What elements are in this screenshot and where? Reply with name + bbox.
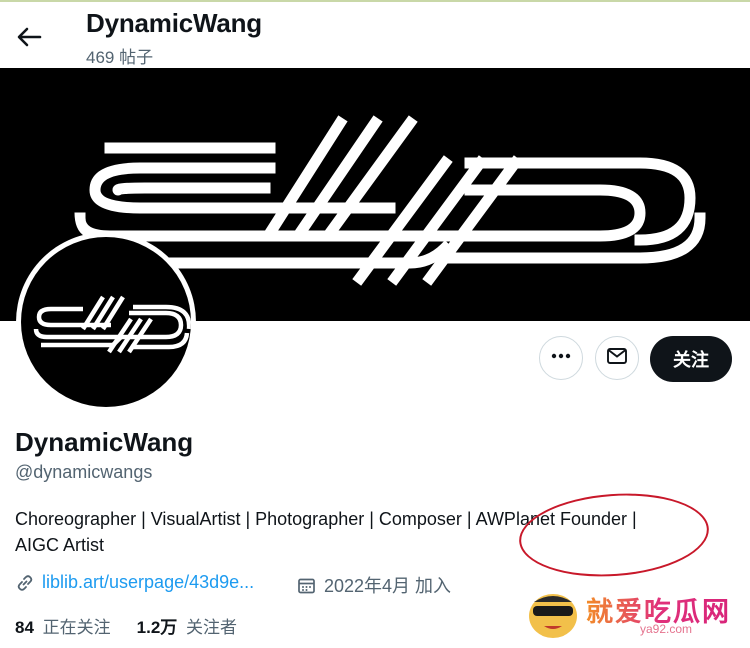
profile-handle: @dynamicwangs [15,462,153,482]
avatar[interactable] [21,237,191,407]
more-icon [550,345,572,372]
following-count: 84 [15,618,34,637]
calendar-icon [297,576,316,595]
link-icon [15,573,35,593]
message-button[interactable] [595,336,639,380]
header-post-count: 469 帖子 [86,48,154,67]
mail-icon [606,345,628,372]
following-stat[interactable]: 84 正在关注 [15,613,111,638]
more-options-button[interactable] [539,336,583,380]
followers-label: 关注者 [186,618,238,637]
follow-stats: 84 正在关注 1.2万 关注者 [15,613,237,638]
back-arrow-icon[interactable] [14,22,44,52]
follow-button[interactable]: 关注 [650,336,732,382]
profile-website[interactable]: liblib.art/userpage/43d9e... [15,572,254,593]
annotation-circle [516,487,712,583]
followers-stat[interactable]: 1.2万 关注者 [137,613,237,638]
website-link[interactable]: liblib.art/userpage/43d9e... [42,572,254,593]
watermark-url: ya92.com [640,622,693,636]
header-display-name: DynamicWang [86,8,262,38]
watermark-mascot-icon [529,594,577,638]
following-label: 正在关注 [42,618,111,637]
profile-display-name: DynamicWang [15,427,194,457]
join-date-text: 2022年4月 加入 [324,576,452,596]
followers-count: 1.2万 [136,618,178,637]
profile-header-bar: DynamicWang 469 帖子 [0,2,750,68]
profile-join-date: 2022年4月 加入 [297,572,451,598]
